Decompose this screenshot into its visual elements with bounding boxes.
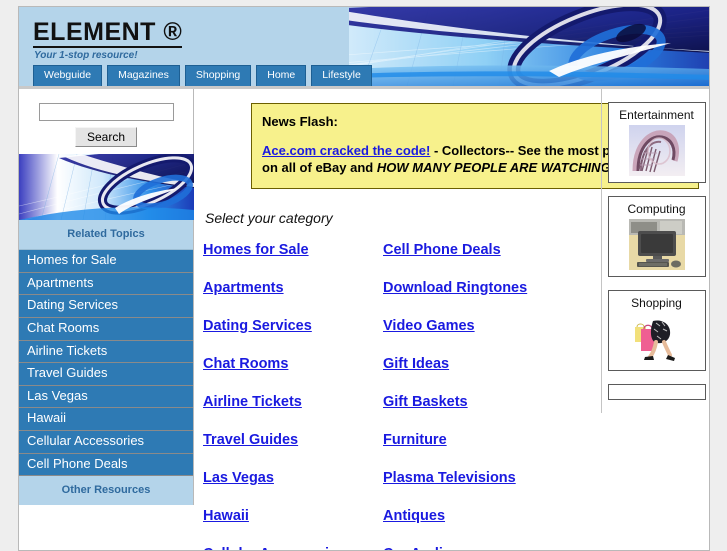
search-panel: Search <box>19 89 193 154</box>
sidebar-item-travel-guides[interactable]: Travel Guides <box>19 363 193 386</box>
category-link-travel-guides[interactable]: Travel Guides <box>203 432 383 448</box>
category-link-cell-phone-deals[interactable]: Cell Phone Deals <box>383 242 583 258</box>
sidebar-banner-graphic <box>19 154 194 220</box>
site-tagline: Your 1-stop resource! <box>34 50 138 61</box>
sidebar-item-cellular-accessories[interactable]: Cellular Accessories <box>19 431 193 454</box>
sidebar-topic-list: Homes for Sale Apartments Dating Service… <box>19 250 193 477</box>
category-link-antiques[interactable]: Antiques <box>383 508 583 524</box>
category-link-las-vegas[interactable]: Las Vegas <box>203 470 383 486</box>
sidebar-item-cell-phone-deals[interactable]: Cell Phone Deals <box>19 453 193 477</box>
sidebar-item-apartments[interactable]: Apartments <box>19 272 193 296</box>
category-link-dating-services[interactable]: Dating Services <box>203 318 383 334</box>
promo-label-computing: Computing <box>627 202 686 216</box>
nav-tab-home[interactable]: Home <box>256 65 307 86</box>
page-body: Search Related Topics Homes for Sale Apa… <box>19 89 709 550</box>
promo-card-shopping[interactable]: Shopping <box>607 290 706 371</box>
search-input[interactable] <box>38 103 174 121</box>
desktop-computer-thumbnail-icon <box>628 219 685 270</box>
nav-tab-shopping[interactable]: Shopping <box>184 65 252 86</box>
sidebar-item-dating-services[interactable]: Dating Services <box>19 295 193 318</box>
masthead-divider <box>19 86 709 89</box>
nav-tab-webguide[interactable]: Webguide <box>33 65 103 86</box>
promo-card-entertainment[interactable]: Entertainment <box>607 102 706 183</box>
category-link-airline-tickets[interactable]: Airline Tickets <box>203 394 383 410</box>
promo-label-shopping: Shopping <box>631 296 682 310</box>
site-logo-title: ELEMENT ® <box>33 19 183 49</box>
category-link-download-ringtones[interactable]: Download Ringtones <box>383 280 583 296</box>
primary-navigation: Webguide Magazines Shopping Home Lifesty… <box>33 65 372 86</box>
category-link-video-games[interactable]: Video Games <box>383 318 583 334</box>
shopper-with-bags-thumbnail-icon <box>628 313 685 364</box>
category-link-chat-rooms[interactable]: Chat Rooms <box>203 356 383 372</box>
right-promo-rail: Entertainment Computing Shopping <box>601 89 709 413</box>
category-link-hawaii[interactable]: Hawaii <box>203 508 383 524</box>
nav-tab-lifestyle[interactable]: Lifestyle <box>311 65 372 86</box>
category-link-homes-for-sale[interactable]: Homes for Sale <box>203 242 383 258</box>
sidebar-heading-other-resources: Other Resources <box>19 476 193 506</box>
rollercoaster-thumbnail-icon <box>628 125 685 176</box>
news-flash-link[interactable]: Ace.com cracked the code! <box>262 143 430 158</box>
sidebar-item-las-vegas[interactable]: Las Vegas <box>19 385 193 409</box>
sidebar-heading-related-topics: Related Topics <box>19 220 193 250</box>
category-link-grid: Homes for Sale Cell Phone Deals Apartmen… <box>203 242 595 550</box>
category-link-cellular-accessories[interactable]: Cellular Accessories <box>203 546 383 550</box>
sidebar-item-chat-rooms[interactable]: Chat Rooms <box>19 317 193 341</box>
category-link-gift-baskets[interactable]: Gift Baskets <box>383 394 583 410</box>
site-masthead: ELEMENT ® Your 1-stop resource! Webguide… <box>19 7 709 89</box>
sidebar-item-homes-for-sale[interactable]: Homes for Sale <box>19 250 193 273</box>
main-content: News Flash: Ace.com cracked the code! - … <box>195 89 699 550</box>
category-link-apartments[interactable]: Apartments <box>203 280 383 296</box>
sidebar-item-airline-tickets[interactable]: Airline Tickets <box>19 340 193 364</box>
left-sidebar: Search Related Topics Homes for Sale Apa… <box>19 89 194 506</box>
promo-card-partial[interactable] <box>607 384 706 400</box>
page-container: ELEMENT ® Your 1-stop resource! Webguide… <box>18 6 710 551</box>
search-button[interactable]: Search <box>74 127 138 147</box>
category-link-gift-ideas[interactable]: Gift Ideas <box>383 356 583 372</box>
category-link-plasma-televisions[interactable]: Plasma Televisions <box>383 470 583 486</box>
category-link-furniture[interactable]: Furniture <box>383 432 583 448</box>
promo-label-entertainment: Entertainment <box>619 108 694 122</box>
nav-tab-magazines[interactable]: Magazines <box>107 65 180 86</box>
category-link-car-audio[interactable]: Car Audio <box>383 546 583 550</box>
sidebar-item-hawaii[interactable]: Hawaii <box>19 408 193 431</box>
promo-card-computing[interactable]: Computing <box>607 196 706 277</box>
select-category-label: Select your category <box>205 209 333 226</box>
